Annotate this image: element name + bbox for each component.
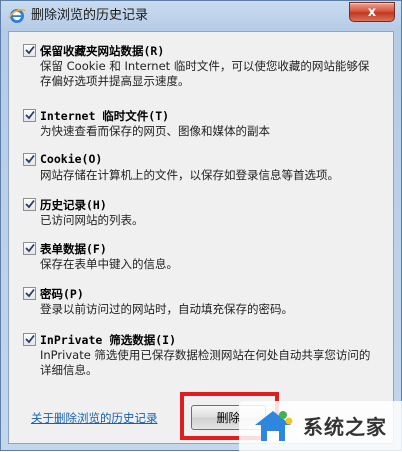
- checkbox-inprivate-filtering[interactable]: [23, 333, 36, 346]
- internet-explorer-icon: [8, 7, 26, 25]
- close-icon: x: [367, 4, 377, 20]
- dialog-window: 删除浏览的历史记录 x 保留收藏夹网站数据(R) 保留 Cookie 和 Int…: [0, 0, 402, 452]
- checkbox-preserve-favorites[interactable]: [23, 44, 36, 57]
- option-description: InPrivate 筛选使用已保存数据检测网站在何处自动共享您访问的详细信息。: [40, 348, 371, 377]
- checkbox-cookies[interactable]: [23, 153, 36, 166]
- watermark-text: 系统之家: [303, 415, 387, 439]
- checkmark-icon: [25, 288, 35, 298]
- option-title[interactable]: 保留收藏夹网站数据(R): [40, 43, 164, 59]
- checkmark-icon: [25, 334, 35, 344]
- checkbox-passwords[interactable]: [23, 287, 36, 300]
- option-description: 为快速查看而保存的网页、图像和媒体的副本: [40, 124, 270, 138]
- option-description: 已访问网站的列表。: [40, 213, 144, 227]
- checkbox-temp-files[interactable]: [23, 109, 36, 122]
- about-deleting-history-link[interactable]: 关于删除浏览的历史记录: [31, 410, 158, 426]
- watermark: 系统之家: [239, 401, 402, 452]
- checkbox-history[interactable]: [23, 198, 36, 211]
- option-title[interactable]: InPrivate 筛选数据(I): [40, 332, 176, 348]
- checkbox-form-data[interactable]: [23, 242, 36, 255]
- checkmark-icon: [25, 154, 35, 164]
- option-description: 保留 Cookie 和 Internet 临时文件，可以使您收藏的网站能够保存偏…: [40, 59, 370, 88]
- option-title[interactable]: 密码(P): [40, 286, 84, 302]
- option-title[interactable]: Cookie(O): [40, 152, 102, 166]
- window-title: 删除浏览的历史记录: [31, 8, 149, 23]
- option-description: 网站存储在计算机上的文件，以保存如登录信息等首选项。: [40, 168, 339, 182]
- checkmark-icon: [25, 243, 35, 253]
- watermark-logo-icon: [255, 411, 293, 441]
- checkmark-icon: [25, 199, 35, 209]
- dialog-content: 保留收藏夹网站数据(R) 保留 Cookie 和 Internet 临时文件，可…: [8, 31, 394, 444]
- option-description: 登录以前访问过的网站时，自动填充保存的密码。: [40, 302, 293, 316]
- title-bar[interactable]: 删除浏览的历史记录 x: [1, 1, 401, 31]
- option-title[interactable]: 表单数据(F): [40, 241, 107, 257]
- checkmark-icon: [25, 110, 35, 120]
- option-title[interactable]: Internet 临时文件(T): [40, 108, 169, 124]
- checkmark-icon: [25, 45, 35, 55]
- close-button[interactable]: x: [349, 2, 395, 22]
- option-title[interactable]: 历史记录(H): [40, 197, 107, 213]
- option-description: 保存在表单中键入的信息。: [40, 257, 178, 271]
